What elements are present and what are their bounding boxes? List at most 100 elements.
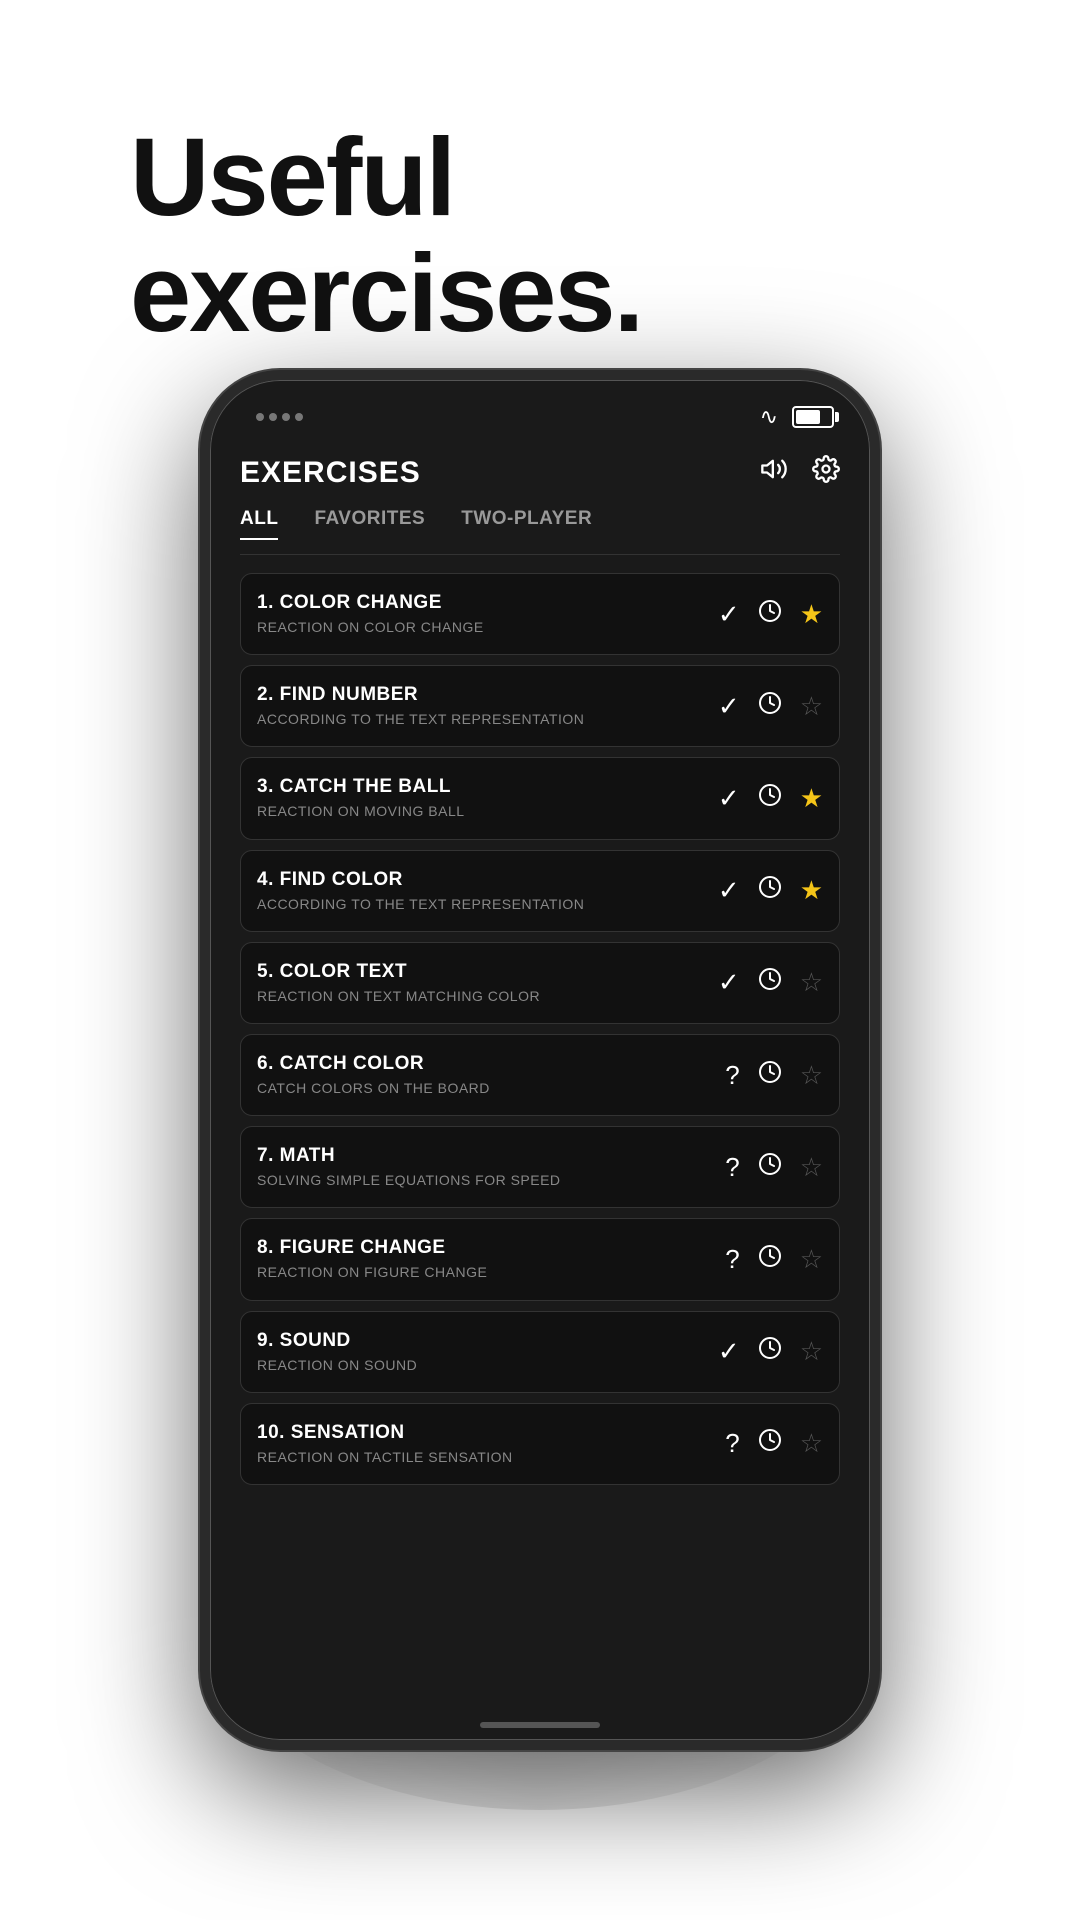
- star-icon-5[interactable]: ☆: [800, 967, 823, 998]
- check-icon-5: ✓: [718, 967, 740, 998]
- history-icon-1[interactable]: [758, 599, 782, 630]
- exercise-name-8: 8. FIGURE CHANGE: [257, 1237, 709, 1259]
- exercise-item-1[interactable]: 1. COLOR CHANGE REACTION ON COLOR CHANGE…: [240, 573, 840, 655]
- exercise-list: 1. COLOR CHANGE REACTION ON COLOR CHANGE…: [240, 573, 840, 1495]
- history-icon-3[interactable]: [758, 783, 782, 814]
- history-icon-2[interactable]: [758, 691, 782, 722]
- history-icon-4[interactable]: [758, 875, 782, 906]
- signal-dot-4: [295, 413, 303, 421]
- exercise-info-4: 4. FIND COLOR ACCORDING TO THE TEXT REPR…: [257, 869, 702, 913]
- exercise-actions-3: ✓ ★: [718, 783, 823, 814]
- header-icons: [760, 455, 840, 490]
- exercise-name-3: 3. CATCH THE BALL: [257, 776, 702, 798]
- settings-icon[interactable]: [812, 455, 840, 490]
- question-icon-6: ?: [725, 1060, 739, 1091]
- exercise-item-9[interactable]: 9. SOUND REACTION ON SOUND ✓ ☆: [240, 1311, 840, 1393]
- volume-icon[interactable]: [760, 455, 788, 490]
- history-icon-5[interactable]: [758, 967, 782, 998]
- hero-title: Useful exercises.: [130, 120, 642, 351]
- tab-two-player[interactable]: TWO-PLAYER: [461, 508, 592, 540]
- hero-section: Useful exercises.: [130, 120, 642, 351]
- exercise-actions-8: ? ☆: [725, 1244, 823, 1275]
- history-icon-8[interactable]: [758, 1244, 782, 1275]
- phone-mockup: ∿ EXERCISES: [200, 370, 880, 1810]
- exercise-info-2: 2. FIND NUMBER ACCORDING TO THE TEXT REP…: [257, 684, 702, 728]
- tab-bar: ALL FAVORITES TWO-PLAYER: [240, 508, 840, 555]
- battery-icon: [792, 406, 834, 428]
- exercise-item-2[interactable]: 2. FIND NUMBER ACCORDING TO THE TEXT REP…: [240, 665, 840, 747]
- exercise-sub-9: REACTION ON SOUND: [257, 1356, 702, 1374]
- exercise-item-6[interactable]: 6. CATCH COLOR CATCH COLORS ON THE BOARD…: [240, 1034, 840, 1116]
- exercise-info-1: 1. COLOR CHANGE REACTION ON COLOR CHANGE: [257, 592, 702, 636]
- history-icon-7[interactable]: [758, 1152, 782, 1183]
- exercise-sub-6: CATCH COLORS ON THE BOARD: [257, 1079, 709, 1097]
- exercise-name-7: 7. MATH: [257, 1145, 709, 1167]
- exercise-sub-3: REACTION ON MOVING BALL: [257, 802, 702, 820]
- battery-fill: [796, 410, 820, 424]
- status-bar: ∿: [210, 380, 870, 435]
- exercise-item-10[interactable]: 10. SENSATION REACTION ON TACTILE SENSAT…: [240, 1403, 840, 1485]
- exercise-item-7[interactable]: 7. MATH SOLVING SIMPLE EQUATIONS FOR SPE…: [240, 1126, 840, 1208]
- exercise-name-1: 1. COLOR CHANGE: [257, 592, 702, 614]
- exercise-name-10: 10. SENSATION: [257, 1422, 709, 1444]
- exercise-sub-7: SOLVING SIMPLE EQUATIONS FOR SPEED: [257, 1171, 709, 1189]
- tab-all[interactable]: ALL: [240, 508, 278, 540]
- exercise-item-4[interactable]: 4. FIND COLOR ACCORDING TO THE TEXT REPR…: [240, 850, 840, 932]
- exercise-actions-5: ✓ ☆: [718, 967, 823, 998]
- exercise-item-5[interactable]: 5. COLOR TEXT REACTION ON TEXT MATCHING …: [240, 942, 840, 1024]
- phone-frame: ∿ EXERCISES: [200, 370, 880, 1750]
- exercise-actions-7: ? ☆: [725, 1152, 823, 1183]
- signal-dot-1: [256, 413, 264, 421]
- star-icon-3[interactable]: ★: [800, 783, 823, 814]
- exercise-sub-1: REACTION ON COLOR CHANGE: [257, 618, 702, 636]
- star-icon-7[interactable]: ☆: [800, 1152, 823, 1183]
- exercise-name-2: 2. FIND NUMBER: [257, 684, 702, 706]
- exercise-sub-2: ACCORDING TO THE TEXT REPRESENTATION: [257, 710, 702, 728]
- star-icon-1[interactable]: ★: [800, 599, 823, 630]
- exercise-info-6: 6. CATCH COLOR CATCH COLORS ON THE BOARD: [257, 1053, 709, 1097]
- exercise-actions-2: ✓ ☆: [718, 691, 823, 722]
- exercise-info-8: 8. FIGURE CHANGE REACTION ON FIGURE CHAN…: [257, 1237, 709, 1281]
- exercise-sub-5: REACTION ON TEXT MATCHING COLOR: [257, 987, 702, 1005]
- exercise-info-3: 3. CATCH THE BALL REACTION ON MOVING BAL…: [257, 776, 702, 820]
- exercise-actions-4: ✓ ★: [718, 875, 823, 906]
- exercise-info-7: 7. MATH SOLVING SIMPLE EQUATIONS FOR SPE…: [257, 1145, 709, 1189]
- signal-dot-2: [269, 413, 277, 421]
- exercise-item-8[interactable]: 8. FIGURE CHANGE REACTION ON FIGURE CHAN…: [240, 1218, 840, 1300]
- exercise-actions-1: ✓ ★: [718, 599, 823, 630]
- tab-favorites[interactable]: FAVORITES: [314, 508, 425, 540]
- signal-dot-3: [282, 413, 290, 421]
- wifi-icon: ∿: [760, 404, 778, 430]
- home-indicator: [480, 1722, 600, 1728]
- star-icon-10[interactable]: ☆: [800, 1428, 823, 1459]
- app-header: EXERCISES: [240, 435, 840, 508]
- question-icon-7: ?: [725, 1152, 739, 1183]
- exercise-actions-9: ✓ ☆: [718, 1336, 823, 1367]
- check-icon-1: ✓: [718, 599, 740, 630]
- star-icon-9[interactable]: ☆: [800, 1336, 823, 1367]
- exercise-info-5: 5. COLOR TEXT REACTION ON TEXT MATCHING …: [257, 961, 702, 1005]
- exercise-actions-6: ? ☆: [725, 1060, 823, 1091]
- exercise-info-9: 9. SOUND REACTION ON SOUND: [257, 1330, 702, 1374]
- exercise-info-10: 10. SENSATION REACTION ON TACTILE SENSAT…: [257, 1422, 709, 1466]
- exercise-sub-8: REACTION ON FIGURE CHANGE: [257, 1263, 709, 1281]
- star-icon-4[interactable]: ★: [800, 875, 823, 906]
- history-icon-10[interactable]: [758, 1428, 782, 1459]
- star-icon-8[interactable]: ☆: [800, 1244, 823, 1275]
- star-icon-6[interactable]: ☆: [800, 1060, 823, 1091]
- exercise-name-5: 5. COLOR TEXT: [257, 961, 702, 983]
- check-icon-4: ✓: [718, 875, 740, 906]
- exercise-name-9: 9. SOUND: [257, 1330, 702, 1352]
- exercise-sub-10: REACTION ON TACTILE SENSATION: [257, 1448, 709, 1466]
- exercise-name-4: 4. FIND COLOR: [257, 869, 702, 891]
- check-icon-2: ✓: [718, 691, 740, 722]
- check-icon-3: ✓: [718, 783, 740, 814]
- exercise-sub-4: ACCORDING TO THE TEXT REPRESENTATION: [257, 895, 702, 913]
- history-icon-6[interactable]: [758, 1060, 782, 1091]
- app-title: EXERCISES: [240, 456, 421, 490]
- check-icon-9: ✓: [718, 1336, 740, 1367]
- star-icon-2[interactable]: ☆: [800, 691, 823, 722]
- history-icon-9[interactable]: [758, 1336, 782, 1367]
- app-content: EXERCISES: [210, 435, 870, 1495]
- exercise-item-3[interactable]: 3. CATCH THE BALL REACTION ON MOVING BAL…: [240, 757, 840, 839]
